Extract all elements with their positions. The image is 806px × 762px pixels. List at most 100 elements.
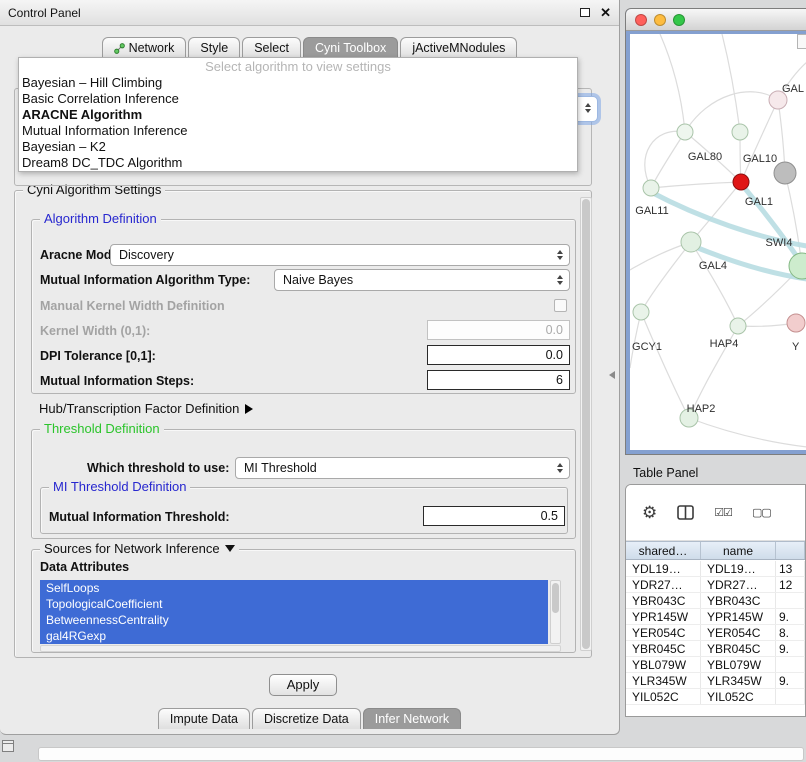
graph-node-red[interactable] (733, 174, 749, 190)
minimize-traffic-light-icon[interactable] (654, 14, 666, 26)
graph-node[interactable] (643, 180, 659, 196)
table-panel-title: Table Panel (633, 466, 698, 480)
menu-item-bayesian-k2[interactable]: Bayesian – K2 (19, 139, 577, 155)
graph-node[interactable] (732, 124, 748, 140)
mi-algorithm-type-label: Mutual Information Algorithm Type: (40, 273, 250, 287)
restore-panel-icon[interactable] (2, 740, 14, 752)
graph-node[interactable] (633, 304, 649, 320)
group-title: Algorithm Definition (40, 211, 161, 227)
mi-steps-input[interactable]: 6 (427, 370, 570, 390)
hub-definition-toggle[interactable]: Hub/Transcription Factor Definition (39, 401, 253, 416)
splitpane-collapse-arrow[interactable] (609, 371, 615, 379)
cell-name: YLR345W (701, 673, 776, 688)
float-window-icon[interactable] (580, 8, 590, 17)
algorithm-dropdown: Select algorithm to view settings Bayesi… (18, 57, 578, 172)
cell-shared-name: YER054C (626, 625, 701, 640)
table-row[interactable]: YPR145W YPR145W 9. (626, 609, 805, 625)
menu-item-basic-correlation[interactable]: Basic Correlation Inference (19, 91, 577, 107)
sources-toggle[interactable]: Sources for Network Inference (40, 541, 239, 557)
table-row[interactable]: YER054C YER054C 8. (626, 625, 805, 641)
tab-discretize-data[interactable]: Discretize Data (252, 708, 361, 729)
table-row[interactable]: YDL19… YDL19… 13 (626, 561, 805, 577)
deselect-all-checks-icon[interactable]: ▢▢ (752, 506, 771, 519)
graph-node[interactable] (681, 232, 701, 252)
gear-icon[interactable]: ⚙ (642, 504, 657, 521)
column-header-extra[interactable] (776, 542, 805, 559)
cell-name: YPR145W (701, 609, 776, 624)
cell-shared-name: YBR043C (626, 593, 701, 608)
tab-select[interactable]: Select (242, 37, 301, 58)
mi-algorithm-type-select[interactable]: Naive Bayes (274, 269, 570, 291)
zoom-traffic-light-icon[interactable] (673, 14, 685, 26)
aracne-mode-select[interactable]: Discovery (110, 244, 570, 266)
graph-node-pink[interactable] (787, 314, 805, 332)
tab-label: Impute Data (170, 712, 238, 726)
table-toolbar: ⚙ ☑☑ ▢▢ (626, 485, 805, 541)
cell-shared-name: YLR345W (626, 673, 701, 688)
menu-item-bayesian-hill-climbing[interactable]: Bayesian – Hill Climbing (19, 75, 577, 91)
table-row[interactable]: YBR045C YBR045C 9. (626, 641, 805, 657)
which-threshold-select[interactable]: MI Threshold (235, 457, 570, 479)
list-item-selected[interactable]: gal4RGexp (40, 628, 548, 644)
list-item-selected[interactable]: SelfLoops (40, 580, 548, 596)
attribute-list-scrollbar[interactable] (550, 580, 561, 644)
menu-item-dream8[interactable]: Dream8 DC_TDC Algorithm (19, 155, 577, 171)
cell-name: YER054C (701, 625, 776, 640)
cell-value: 12 (776, 577, 805, 592)
combo-value: MI Threshold (244, 461, 317, 475)
menu-item-mutual-information[interactable]: Mutual Information Inference (19, 123, 577, 139)
cell-name: YDR27… (701, 577, 776, 592)
tab-cyni-toolbox[interactable]: Cyni Toolbox (303, 37, 398, 58)
cell-shared-name: YIL052C (626, 689, 701, 704)
stepper-icon (557, 463, 563, 473)
mi-threshold-input[interactable]: 0.5 (423, 506, 565, 526)
menu-item-aracne[interactable]: ARACNE Algorithm (19, 107, 577, 123)
close-icon[interactable]: ✕ (600, 7, 611, 19)
graph-node[interactable] (730, 318, 746, 334)
cell-name: YBL079W (701, 657, 776, 672)
columns-icon[interactable] (677, 505, 694, 520)
tab-network[interactable]: Network (102, 37, 187, 58)
horizontal-scrollbar[interactable] (38, 747, 804, 761)
select-all-checks-icon[interactable]: ☑☑ (714, 506, 732, 519)
control-panel-titlebar: Control Panel ✕ (0, 0, 619, 26)
attribute-list-hscrollbar[interactable] (40, 645, 561, 652)
tab-style[interactable]: Style (188, 37, 240, 58)
node-label: GCY1 (632, 341, 662, 353)
cell-name: YBR043C (701, 593, 776, 608)
settings-scrollbar[interactable] (580, 197, 592, 651)
cell-value: 9. (776, 673, 805, 688)
table-row[interactable]: YDR27… YDR27… 12 (626, 577, 805, 593)
list-item-selected[interactable]: TopologicalCoefficient (40, 596, 548, 612)
tab-label: Cyni Toolbox (315, 41, 386, 55)
table-row[interactable]: YLR345W YLR345W 9. (626, 673, 805, 689)
table-row[interactable]: YBR043C YBR043C (626, 593, 805, 609)
node-label: HAP4 (710, 338, 739, 350)
dpi-tolerance-input[interactable]: 0.0 (427, 345, 570, 365)
tab-infer-network[interactable]: Infer Network (363, 708, 461, 729)
network-icon (114, 43, 125, 54)
cell-shared-name: YBL079W (626, 657, 701, 672)
table-header: shared… name (626, 541, 805, 560)
close-traffic-light-icon[interactable] (635, 14, 647, 26)
column-header-shared-name[interactable]: shared… (626, 542, 701, 559)
network-edges-highlighted (651, 186, 806, 279)
node-label: GAL4 (699, 260, 727, 272)
cell-value: 9. (776, 641, 805, 656)
table-panel: ⚙ ☑☑ ▢▢ shared… name YDL19… YDL19… 13 YD… (625, 484, 806, 717)
canvas-scroll-button[interactable] (797, 34, 806, 49)
apply-button[interactable]: Apply (269, 674, 337, 696)
list-item-selected[interactable]: BetweennessCentrality (40, 612, 548, 628)
tab-impute-data[interactable]: Impute Data (158, 708, 250, 729)
table-row[interactable]: YBL079W YBL079W (626, 657, 805, 673)
chevron-right-icon (245, 404, 253, 414)
kernel-width-label: Kernel Width (0,1): (40, 324, 150, 338)
graph-node-gray[interactable] (774, 162, 796, 184)
tab-jactivemnodules[interactable]: jActiveMNodules (400, 37, 517, 58)
network-canvas[interactable]: GAL GAL80 GAL10 GAL11 GAL1 SWI4 GAL4 GCY… (630, 34, 806, 450)
column-header-name[interactable]: name (701, 542, 776, 559)
table-row[interactable]: YIL052C YIL052C (626, 689, 805, 705)
node-label: GAL10 (743, 153, 777, 165)
graph-node[interactable] (677, 124, 693, 140)
tab-label: Infer Network (375, 712, 449, 726)
